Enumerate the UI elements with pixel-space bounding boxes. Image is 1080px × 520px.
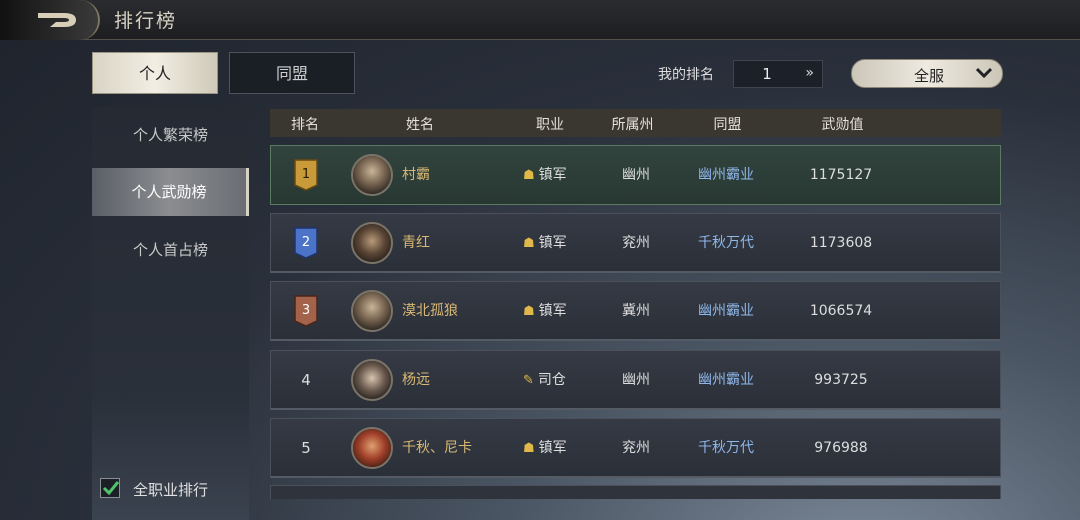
rank-number: 4 <box>301 371 311 389</box>
merit-value: 1175127 <box>809 167 873 183</box>
job-label: 镇军 <box>538 167 567 183</box>
state-cell: 幽州 <box>622 372 650 388</box>
job-label: 司仓 <box>537 372 566 388</box>
col-rank: 排名 <box>291 117 319 133</box>
all-jobs-label: 全职业排行 <box>133 481 209 499</box>
job-label: 镇军 <box>538 235 567 251</box>
sidebar-item-prosperity[interactable]: 个人繁荣榜 <box>92 111 249 159</box>
avatar <box>351 359 393 401</box>
rank-number: 5 <box>301 439 311 457</box>
helmet-icon: ☗ <box>523 168 535 183</box>
back-button[interactable] <box>0 0 100 40</box>
my-rank-label: 我的排名 <box>658 67 714 83</box>
avatar <box>351 427 393 469</box>
rank-number: 2 <box>301 235 311 250</box>
avatar <box>351 154 393 196</box>
scroll-icon: ✎ <box>523 373 534 388</box>
state-cell: 幽州 <box>622 167 650 183</box>
top-bar: 排行榜 <box>0 0 1080 40</box>
alliance-link[interactable]: 千秋万代 <box>681 214 771 272</box>
state-cell: 兖州 <box>622 440 650 456</box>
avatar <box>351 290 393 332</box>
table-row[interactable]: 5 千秋、尼卡 ☗ 镇军 兖州 千秋万代 976988 <box>270 418 1001 478</box>
chevron-down-icon <box>976 67 992 79</box>
player-name: 村霸 <box>402 167 430 183</box>
player-name: 青红 <box>402 235 430 251</box>
col-merit: 武勋值 <box>821 117 864 133</box>
player-name: 漠北孤狼 <box>402 303 458 319</box>
job-cell: ✎ 司仓 <box>523 351 593 410</box>
player-name: 杨远 <box>402 372 430 388</box>
helmet-icon: ☗ <box>523 304 535 319</box>
merit-value: 1173608 <box>809 235 873 251</box>
my-rank-value: 1 <box>762 65 772 83</box>
col-state: 所属州 <box>611 117 654 133</box>
alliance-link[interactable]: 幽州霸业 <box>681 146 771 204</box>
my-rank-box[interactable]: 1 » <box>733 60 823 88</box>
table-row[interactable]: 1 村霸 ☗ 镇军 幽州 幽州霸业 1175127 <box>270 145 1001 205</box>
job-cell: ☗ 镇军 <box>523 214 593 273</box>
merit-value: 1066574 <box>809 303 873 319</box>
alliance-link[interactable]: 幽州霸业 <box>681 282 771 340</box>
table-row-partial <box>270 485 1001 499</box>
table-row[interactable]: 4 杨远 ✎ 司仓 幽州 幽州霸业 993725 <box>270 350 1001 410</box>
helmet-icon: ☗ <box>523 236 535 251</box>
tab-alliance[interactable]: 同盟 <box>229 52 355 94</box>
player-name: 千秋、尼卡 <box>402 440 472 456</box>
state-cell: 冀州 <box>622 303 650 319</box>
job-label: 镇军 <box>538 440 567 456</box>
rank-number: 3 <box>301 303 311 318</box>
table-row[interactable]: 2 青红 ☗ 镇军 兖州 千秋万代 1173608 <box>270 213 1001 273</box>
sidebar: 个人繁荣榜 个人武勋榜 个人首占榜 <box>92 107 249 520</box>
avatar <box>351 222 393 264</box>
job-cell: ☗ 镇军 <box>523 146 593 205</box>
table-header: 排名 姓名 职业 所属州 同盟 武勋值 <box>270 109 1001 137</box>
alliance-link[interactable]: 幽州霸业 <box>681 351 771 409</box>
job-cell: ☗ 镇军 <box>523 282 593 341</box>
back-arrow-icon <box>38 13 76 27</box>
helmet-icon: ☗ <box>523 441 535 456</box>
checkmark-icon <box>102 481 120 496</box>
job-label: 镇军 <box>538 303 567 319</box>
page-title: 排行榜 <box>114 10 178 32</box>
col-alliance: 同盟 <box>713 117 742 133</box>
rank-number: 1 <box>301 167 311 182</box>
tab-personal[interactable]: 个人 <box>92 52 218 94</box>
col-job: 职业 <box>536 117 564 133</box>
double-arrow-icon: » <box>805 65 814 81</box>
merit-value: 993725 <box>814 372 868 388</box>
job-cell: ☗ 镇军 <box>523 419 593 478</box>
col-name: 姓名 <box>406 117 434 133</box>
all-jobs-checkbox[interactable] <box>100 478 120 498</box>
table-row[interactable]: 3 漠北孤狼 ☗ 镇军 冀州 幽州霸业 1066574 <box>270 281 1001 341</box>
state-cell: 兖州 <box>622 235 650 251</box>
server-dropdown[interactable]: 全服 <box>851 59 1003 88</box>
sidebar-item-first-occupy[interactable]: 个人首占榜 <box>92 226 249 274</box>
alliance-link[interactable]: 千秋万代 <box>681 419 771 477</box>
merit-value: 976988 <box>814 440 868 456</box>
sidebar-item-merit[interactable]: 个人武勋榜 <box>92 168 249 216</box>
